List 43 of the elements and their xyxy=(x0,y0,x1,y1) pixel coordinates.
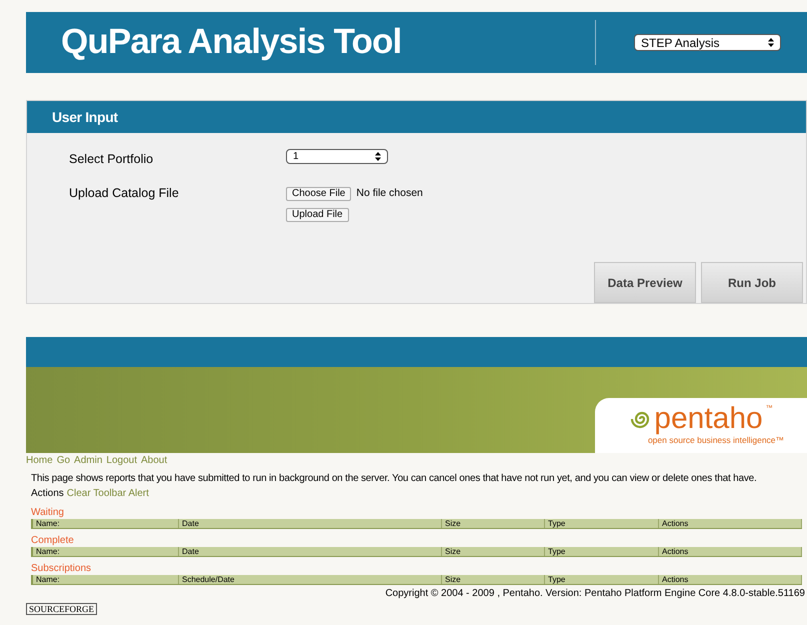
logo-tagline: open source business intelligence™ xyxy=(648,434,784,447)
column-header: Actions xyxy=(659,575,802,584)
column-header: Name: xyxy=(33,575,179,584)
column-header: Schedule/Date xyxy=(179,575,442,584)
action-button[interactable]: Data Preview xyxy=(594,262,696,303)
app-title: QuPara Analysis Tool xyxy=(61,21,402,64)
choose-file-button[interactable]: Choose File xyxy=(286,186,352,201)
stepper-icon xyxy=(375,152,381,161)
column-header: Size xyxy=(442,547,545,556)
nav-link[interactable]: About xyxy=(140,453,168,468)
field-label: Select Portfolio xyxy=(69,151,154,168)
column-header: Type xyxy=(545,547,659,556)
nav-link[interactable]: Go xyxy=(56,453,70,468)
sourceforge-logo: SOURCEFORGE xyxy=(26,603,98,615)
pentaho-logo: pentaho xyxy=(654,404,763,434)
column-header: Size xyxy=(442,575,545,584)
action-button[interactable]: Run Job xyxy=(701,262,803,303)
section-title: Subscriptions xyxy=(31,563,92,575)
nav-link[interactable]: Admin xyxy=(74,453,102,468)
analysis-select[interactable]: STEP Analysis xyxy=(634,34,781,51)
description: This page shows reports that you have submitted to run in background on the server. You can cancel ones that have not run yet, and you can view or delete ones that have. xyxy=(31,472,758,486)
column-header: Name: xyxy=(33,519,179,528)
column-header: Name: xyxy=(33,547,179,556)
field-label: Upload Catalog File xyxy=(69,184,180,202)
nav-link[interactable]: Logout xyxy=(106,453,137,468)
column-header: Type xyxy=(545,575,659,584)
column-header: Date xyxy=(179,519,442,528)
section-title: Waiting xyxy=(31,507,65,519)
column-header: Date xyxy=(179,547,442,556)
copyright: Copyright © 2004 - 2009 , Pentaho. Version: Pentaho Platform Engine Core 4.8.0-stable.51169 xyxy=(385,587,805,601)
portfolio-select[interactable]: 1 xyxy=(286,149,388,164)
clear-alert-link[interactable]: Clear Toolbar Alert xyxy=(66,486,149,501)
actions-label: Actions xyxy=(31,487,64,501)
column-header: Actions xyxy=(659,547,802,556)
column-header: Size xyxy=(442,519,545,528)
column-header: Actions xyxy=(659,519,802,528)
file-status: No file chosen xyxy=(356,186,423,201)
panel-title: User Input xyxy=(52,108,118,127)
upload-file-button[interactable]: Upload File xyxy=(286,208,349,222)
stepper-icon xyxy=(768,38,774,47)
column-header: Type xyxy=(545,519,659,528)
section-title: Complete xyxy=(31,535,75,547)
nav-link[interactable]: Home xyxy=(26,453,53,468)
